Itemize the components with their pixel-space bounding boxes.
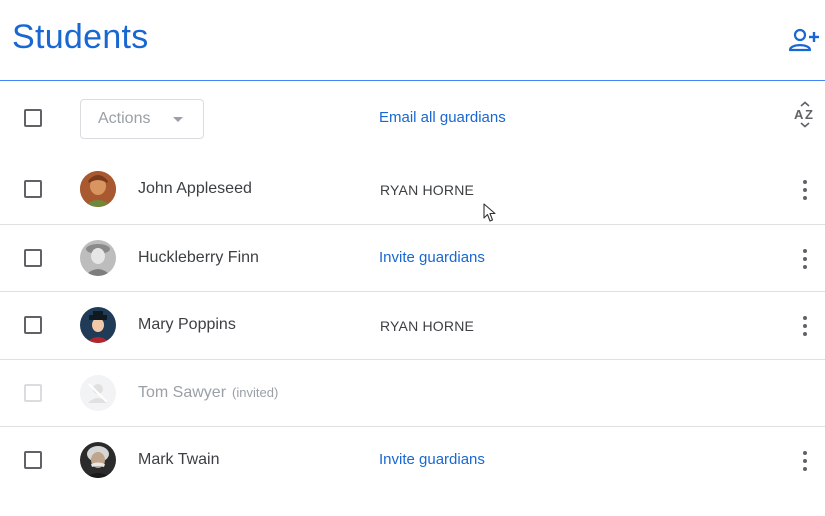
student-checkbox[interactable] bbox=[24, 451, 42, 469]
avatar bbox=[80, 171, 116, 207]
student-checkbox bbox=[24, 384, 42, 402]
student-row: Tom Sawyer (invited) bbox=[0, 359, 825, 427]
more-options-button[interactable] bbox=[796, 314, 814, 338]
avatar-placeholder bbox=[80, 375, 116, 411]
student-row[interactable]: Mary Poppins RYAN HORNE bbox=[0, 291, 825, 359]
guardian-name: RYAN HORNE bbox=[380, 318, 475, 334]
student-name: Tom Sawyer (invited) bbox=[138, 384, 278, 402]
more-options-button[interactable] bbox=[796, 178, 814, 202]
person-placeholder-icon bbox=[80, 375, 116, 411]
sort-az-icon: A Z bbox=[794, 101, 813, 128]
select-all-checkbox[interactable] bbox=[24, 109, 42, 127]
add-student-button[interactable] bbox=[788, 26, 820, 54]
student-checkbox[interactable] bbox=[24, 180, 42, 198]
guardian-name: RYAN HORNE bbox=[380, 182, 475, 198]
invite-guardians-link[interactable]: Invite guardians bbox=[379, 249, 485, 266]
student-checkbox[interactable] bbox=[24, 249, 42, 267]
student-name[interactable]: Huckleberry Finn bbox=[138, 249, 259, 267]
student-name[interactable]: Mark Twain bbox=[138, 451, 220, 469]
person-add-icon bbox=[788, 28, 819, 52]
page-header: Students bbox=[0, 0, 825, 81]
actions-label: Actions bbox=[98, 110, 151, 127]
avatar bbox=[80, 307, 116, 343]
actions-dropdown[interactable]: Actions bbox=[80, 99, 204, 139]
more-options-button[interactable] bbox=[796, 449, 814, 473]
invited-student-name: Tom Sawyer bbox=[138, 384, 227, 401]
invited-label: (invited) bbox=[232, 385, 279, 400]
student-name[interactable]: Mary Poppins bbox=[138, 316, 236, 334]
invite-guardians-link[interactable]: Invite guardians bbox=[379, 451, 485, 468]
more-options-button[interactable] bbox=[796, 247, 814, 271]
email-all-guardians-link[interactable]: Email all guardians bbox=[379, 109, 506, 126]
sort-button[interactable]: A Z bbox=[791, 101, 819, 129]
avatar bbox=[80, 240, 116, 276]
svg-text:A: A bbox=[794, 107, 804, 122]
students-toolbar: Actions Email all guardians A Z bbox=[0, 81, 825, 156]
page-title: Students bbox=[12, 18, 149, 56]
mouse-pointer-icon bbox=[483, 203, 496, 222]
student-row[interactable]: Mark Twain Invite guardians bbox=[0, 426, 825, 494]
avatar bbox=[80, 442, 116, 478]
student-row[interactable]: John Appleseed RYAN HORNE bbox=[0, 156, 825, 223]
svg-text:Z: Z bbox=[805, 107, 813, 122]
student-name[interactable]: John Appleseed bbox=[138, 180, 252, 198]
caret-down-icon bbox=[173, 117, 183, 122]
student-row[interactable]: Huckleberry Finn Invite guardians bbox=[0, 224, 825, 292]
student-checkbox[interactable] bbox=[24, 316, 42, 334]
